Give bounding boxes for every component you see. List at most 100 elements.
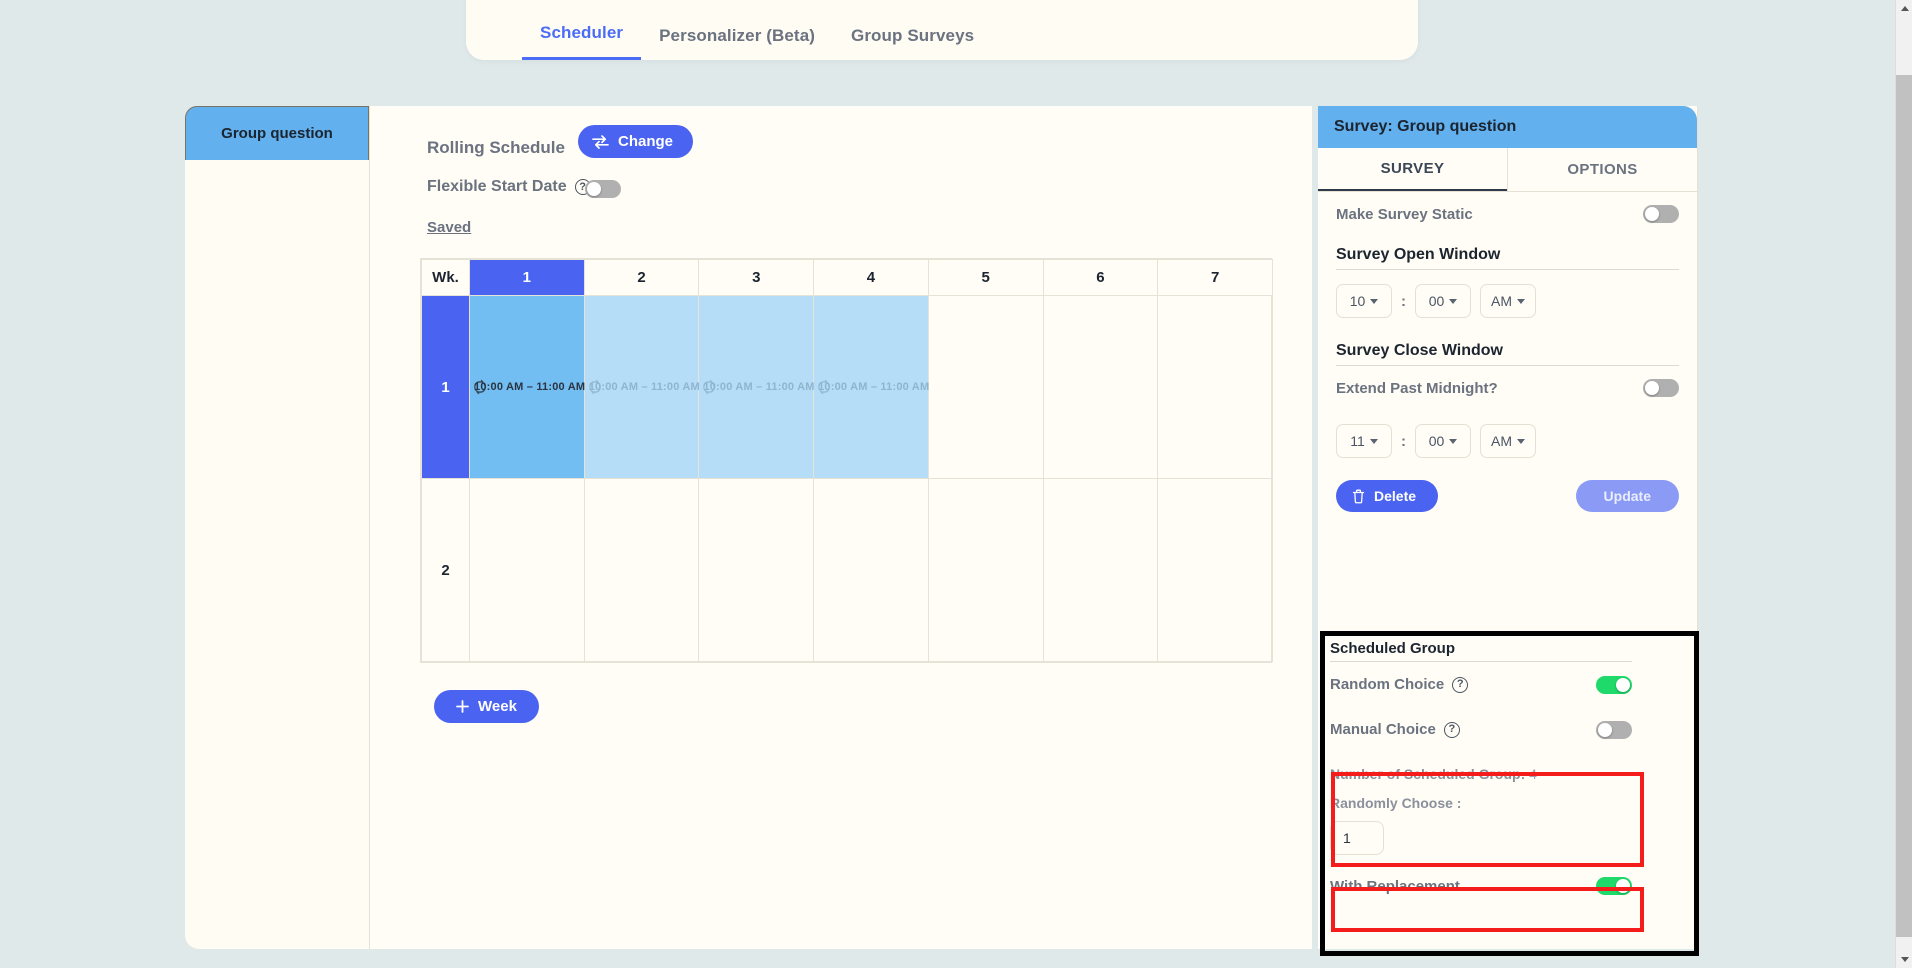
- open-meridiem-value: AM: [1491, 293, 1512, 309]
- grid-cell-w2-d3[interactable]: [698, 478, 815, 662]
- schedule-grid: Wk. 1 2 3 4 5 6 7 1 10:00 AM – 11:00 AM …: [420, 258, 1273, 663]
- help-icon[interactable]: ?: [1443, 721, 1460, 738]
- manual-choice-label: Manual Choice ?: [1330, 721, 1460, 738]
- tab-scheduler[interactable]: Scheduler: [522, 23, 642, 60]
- random-choice-label: Random Choice ?: [1330, 676, 1469, 693]
- flexible-start-date-toggle[interactable]: [585, 180, 621, 198]
- toggle-knob: [587, 182, 601, 196]
- grid-day-header-3[interactable]: 3: [698, 259, 815, 296]
- grid-cell-w1-d5[interactable]: [927, 295, 1044, 479]
- scrollbar-down-arrow[interactable]: [1896, 951, 1912, 968]
- open-hour-value: 10: [1349, 293, 1366, 309]
- help-icon[interactable]: ?: [1452, 676, 1469, 693]
- grid-day-header-7[interactable]: 7: [1157, 259, 1273, 296]
- random-choice-row: Random Choice ?: [1330, 662, 1632, 707]
- grid-cell-w2-d5[interactable]: [927, 478, 1044, 662]
- grid-week-row-1: 1 10:00 AM – 11:00 AM 10:00 AM – 11:00 A…: [421, 295, 1273, 479]
- grid-cell-w1-d4[interactable]: 10:00 AM – 11:00 AM: [813, 295, 929, 479]
- open-minute-value: 00: [1428, 293, 1445, 309]
- grid-cell-w1-d7[interactable]: [1157, 295, 1273, 479]
- scrollbar-up-arrow[interactable]: [1896, 0, 1912, 17]
- grid-cell-w2-d7[interactable]: [1157, 478, 1273, 662]
- grid-cell-time-label: 10:00 AM – 11:00 AM: [588, 381, 700, 393]
- random-choice-text: Random Choice: [1330, 676, 1445, 693]
- toggle-knob: [1616, 879, 1630, 893]
- survey-panel-body: Make Survey Static Survey Open Window 10…: [1318, 192, 1697, 512]
- add-week-button[interactable]: Week: [434, 690, 539, 723]
- grid-week-row-2: 2: [421, 478, 1273, 662]
- grid-day-header-4[interactable]: 4: [813, 259, 929, 296]
- tab-personalizer[interactable]: Personalizer (Beta): [641, 26, 833, 60]
- top-tab-list: Scheduler Personalizer (Beta) Group Surv…: [522, 0, 992, 60]
- extend-past-midnight-label: Extend Past Midnight?: [1336, 379, 1498, 397]
- update-button[interactable]: Update: [1575, 480, 1679, 512]
- close-minute-value: 00: [1428, 433, 1445, 449]
- chevron-down-icon: [1449, 438, 1458, 444]
- scheduled-group-section: Scheduled Group Random Choice ? Manual C…: [1330, 640, 1690, 895]
- open-meridiem-select[interactable]: AM: [1480, 284, 1536, 318]
- toggle-knob: [1616, 677, 1630, 692]
- tab-options[interactable]: OPTIONS: [1507, 148, 1697, 191]
- grid-day-header-2[interactable]: 2: [583, 259, 700, 296]
- survey-close-window-time: 11 : 00 AM: [1336, 424, 1679, 458]
- open-time-separator: :: [1401, 292, 1406, 310]
- grid-day-header-6[interactable]: 6: [1042, 259, 1159, 296]
- grid-cell-w1-d6[interactable]: [1042, 295, 1159, 479]
- number-of-scheduled-group-value: 4: [1529, 766, 1537, 782]
- grid-day-header-5[interactable]: 5: [927, 259, 1044, 296]
- close-hour-value: 11: [1350, 433, 1365, 449]
- random-choice-toggle[interactable]: [1596, 675, 1632, 694]
- close-time-separator: :: [1401, 432, 1406, 450]
- tab-group-surveys[interactable]: Group Surveys: [833, 26, 992, 60]
- grid-cell-w1-d2[interactable]: 10:00 AM – 11:00 AM: [583, 295, 700, 479]
- left-question-panel: [185, 159, 369, 949]
- extend-past-midnight-toggle[interactable]: [1643, 379, 1679, 397]
- plus-icon: [456, 700, 469, 713]
- manual-choice-toggle[interactable]: [1596, 720, 1632, 739]
- grid-cell-w2-d1[interactable]: [469, 478, 585, 662]
- question-tab-label: Group question: [221, 125, 333, 142]
- survey-close-window-title: Survey Close Window: [1336, 342, 1679, 366]
- toggle-knob: [1598, 722, 1612, 737]
- randomly-choose-input[interactable]: [1330, 821, 1384, 855]
- grid-week-label-2[interactable]: 2: [421, 478, 470, 662]
- grid-day-header-1[interactable]: 1: [469, 259, 585, 296]
- make-survey-static-toggle[interactable]: [1643, 205, 1679, 223]
- page-scrollbar[interactable]: [1895, 0, 1912, 968]
- grid-corner-header: Wk.: [421, 259, 470, 296]
- add-week-label: Week: [478, 698, 517, 715]
- close-hour-select[interactable]: 11: [1336, 424, 1392, 458]
- saved-status-link[interactable]: Saved: [427, 219, 471, 236]
- trash-icon: [1352, 489, 1365, 504]
- survey-panel-header: Survey: Group question: [1318, 106, 1697, 148]
- delete-button-label: Delete: [1374, 488, 1417, 504]
- grid-cell-w1-d1[interactable]: 10:00 AM – 11:00 AM: [469, 295, 586, 479]
- scheduler-main-card: Rolling Schedule Change Flexible Start D…: [369, 106, 1312, 949]
- toggle-knob: [1645, 207, 1659, 221]
- grid-cell-w1-d3[interactable]: 10:00 AM – 11:00 AM: [698, 295, 814, 479]
- close-meridiem-select[interactable]: AM: [1480, 424, 1536, 458]
- change-schedule-button[interactable]: Change: [578, 125, 694, 158]
- with-replacement-row: With Replacement: [1330, 877, 1632, 895]
- grid-cell-w2-d4[interactable]: [813, 478, 929, 662]
- chevron-down-icon: [1517, 298, 1525, 304]
- change-button-label: Change: [618, 133, 674, 150]
- grid-cell-time-label: 10:00 AM – 11:00 AM: [474, 381, 586, 393]
- open-hour-select[interactable]: 10: [1336, 284, 1392, 318]
- tab-survey[interactable]: SURVEY: [1318, 148, 1507, 191]
- grid-cell-w2-d6[interactable]: [1042, 478, 1159, 662]
- chevron-down-icon: [1369, 438, 1378, 444]
- open-minute-select[interactable]: 00: [1415, 284, 1471, 318]
- make-survey-static-row: Make Survey Static: [1336, 192, 1679, 236]
- chevron-down-icon: [1449, 298, 1458, 304]
- survey-open-window-title: Survey Open Window: [1336, 246, 1679, 270]
- close-minute-select[interactable]: 00: [1415, 424, 1471, 458]
- delete-button[interactable]: Delete: [1336, 480, 1439, 512]
- with-replacement-toggle[interactable]: [1596, 877, 1632, 895]
- with-replacement-label: With Replacement: [1330, 877, 1460, 895]
- grid-cell-w2-d2[interactable]: [583, 478, 700, 662]
- number-of-scheduled-group-label: Number of Scheduled Group:: [1330, 766, 1526, 782]
- scrollbar-thumb[interactable]: [1896, 75, 1912, 937]
- question-tab-group-question[interactable]: Group question: [185, 106, 369, 160]
- grid-week-label-1[interactable]: 1: [421, 295, 470, 479]
